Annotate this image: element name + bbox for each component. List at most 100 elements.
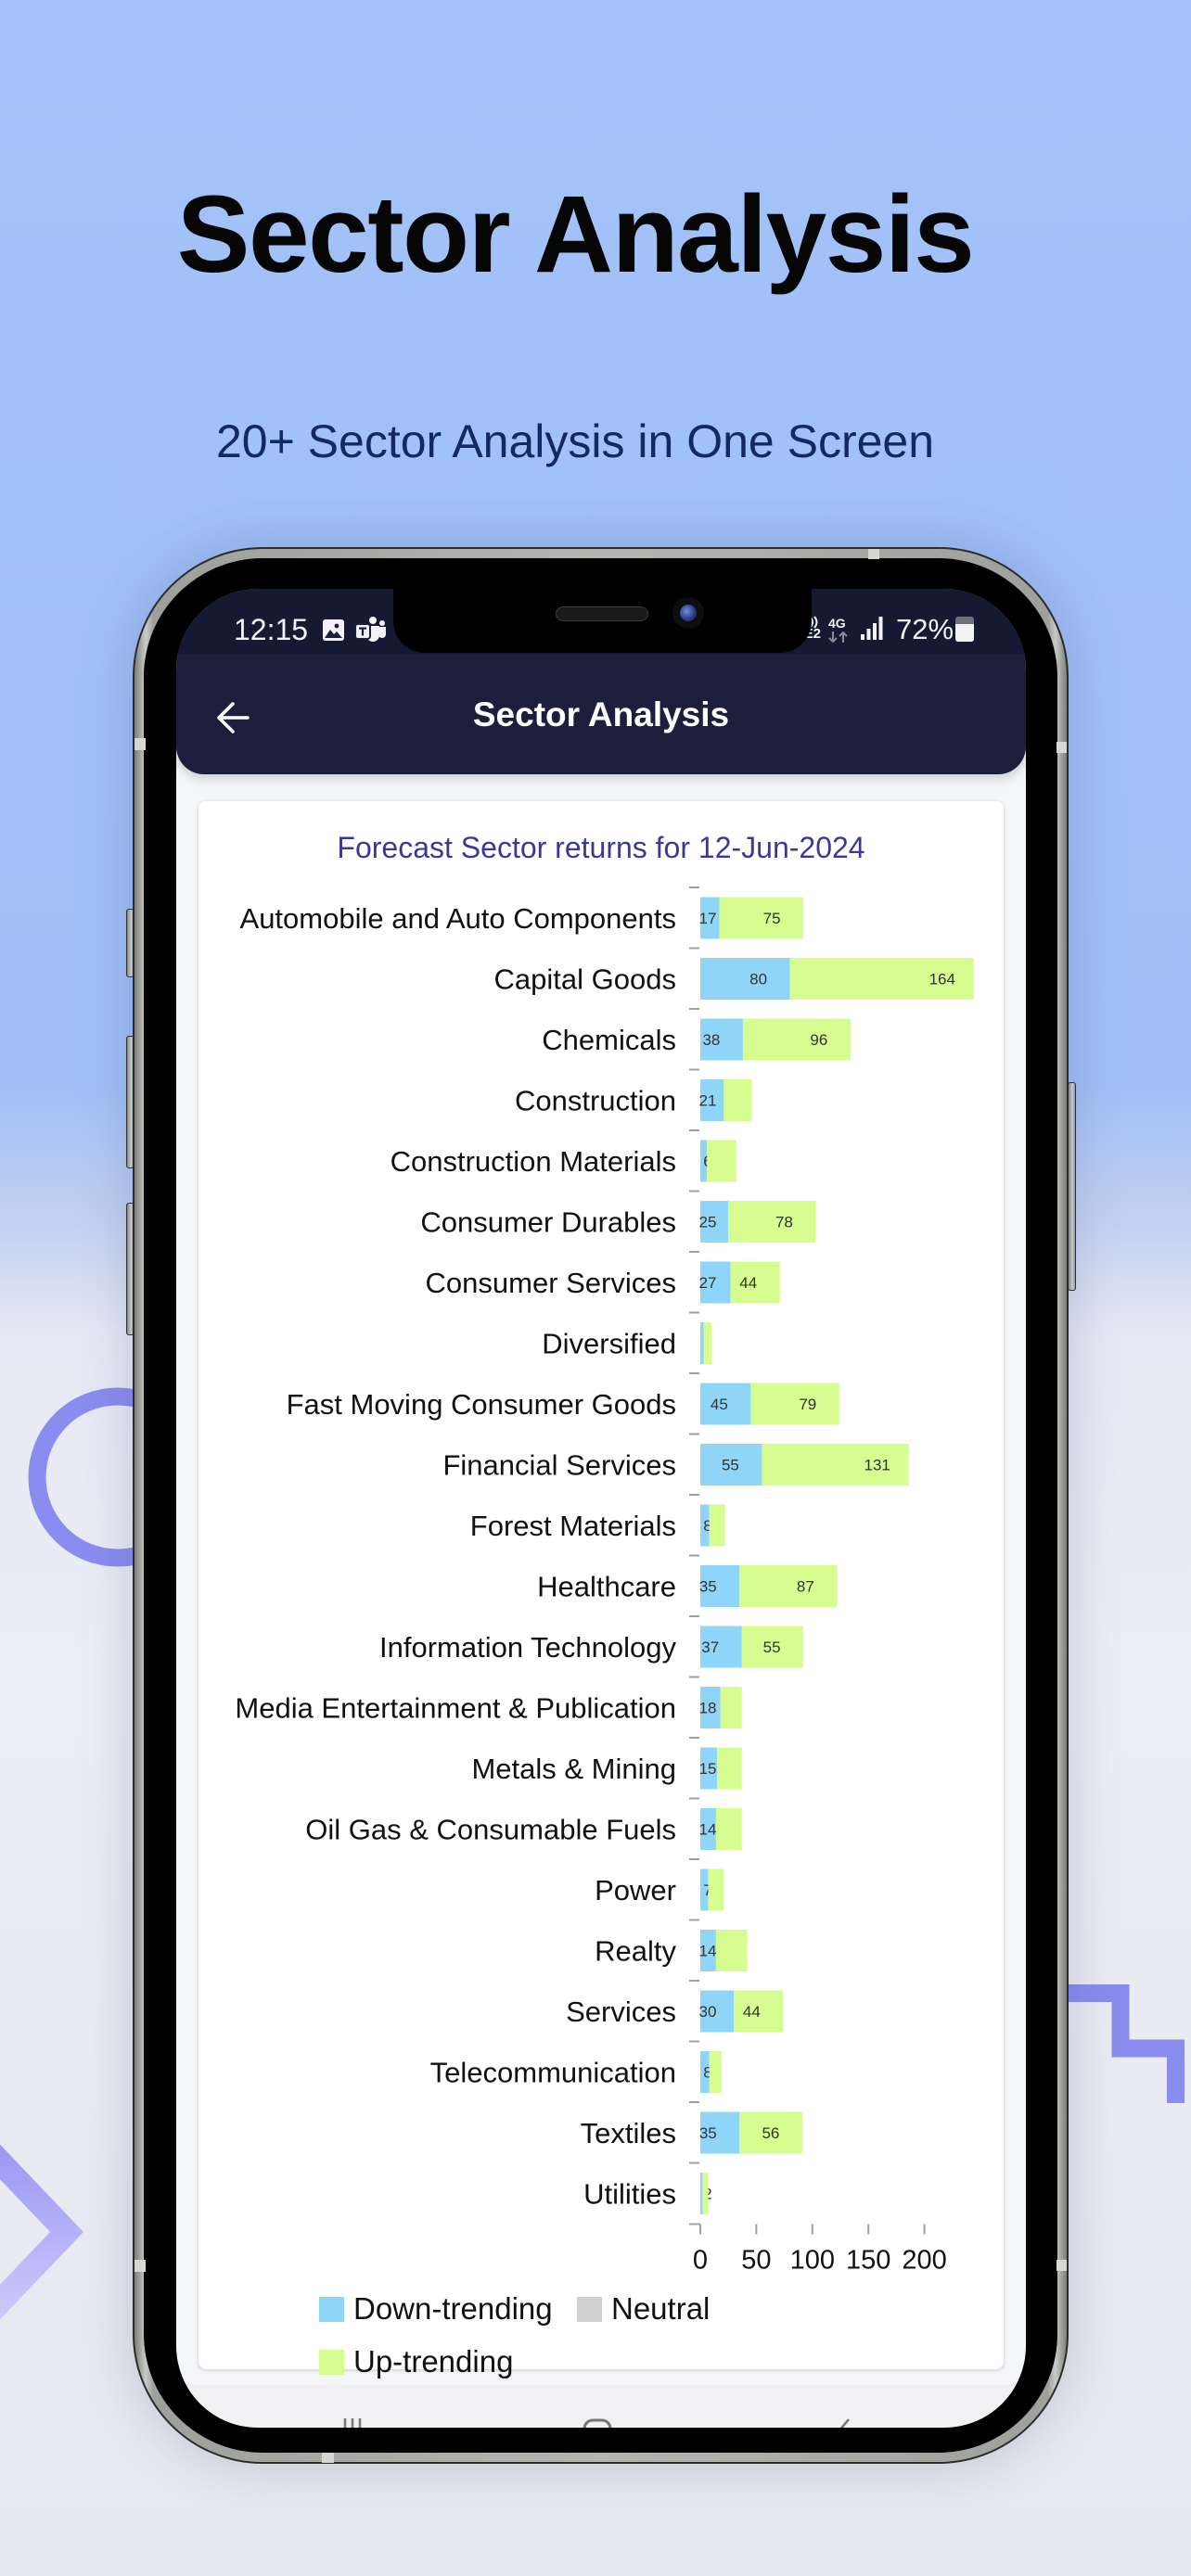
- bar-segment-up-trending[interactable]: [715, 1930, 748, 1971]
- bar-row-oil-gas-consumable-fuels: Oil Gas & Consumable Fuels 14: [305, 1797, 742, 1850]
- x-tick-label: 0: [693, 2246, 708, 2276]
- phone-power-button: [1068, 1082, 1076, 1291]
- data-label: 96: [810, 1031, 827, 1049]
- bar-segment-up-trending[interactable]: [702, 2173, 709, 2214]
- x-tick-label: 50: [741, 2246, 771, 2276]
- bar-segment-up-trending[interactable]: [724, 1079, 752, 1121]
- data-label: 14: [699, 1821, 717, 1839]
- bar-row-consumer-services: Consumer Services 27 44: [426, 1251, 780, 1304]
- category-label: Diversified: [542, 1328, 676, 1360]
- legend-item-neutral[interactable]: Neutral: [577, 2290, 710, 2327]
- earpiece-speaker: [556, 606, 648, 621]
- antenna-band: [1057, 742, 1067, 753]
- camera-notch: [393, 589, 812, 653]
- image-icon: [323, 619, 344, 641]
- category-label: Fast Moving Consumer Goods: [287, 1388, 676, 1421]
- bar-row-power: Power 7: [595, 1858, 724, 1911]
- category-label: Utilities: [583, 2178, 676, 2211]
- legend-label: Up-trending: [353, 2344, 514, 2378]
- bar-segment-up-trending[interactable]: [739, 1565, 838, 1607]
- data-label: 56: [762, 2124, 779, 2142]
- system-nav-bar: [176, 2385, 1026, 2428]
- back-icon[interactable]: [837, 2418, 852, 2428]
- bar-segment-up-trending[interactable]: [742, 1018, 851, 1061]
- data-label: 87: [797, 1578, 814, 1596]
- decorative-chevron: [0, 2144, 83, 2320]
- data-label: 80: [749, 971, 767, 988]
- data-label: 25: [699, 1214, 717, 1231]
- bar-segment-down-trending[interactable]: [700, 2173, 703, 2214]
- bar-row-media-entertainment-publication: Media Entertainment & Publication 18: [235, 1676, 742, 1728]
- bar-row-realty: Realty 14: [595, 1919, 748, 1971]
- bar-segment-up-trending[interactable]: [708, 1868, 724, 1911]
- app-header: 12:15 4G 72% Sector Analysis: [176, 589, 1026, 774]
- legend-item-down-trending[interactable]: Down-trending: [319, 2290, 553, 2327]
- bar-row-consumer-durables: Consumer Durables 25 78: [420, 1190, 816, 1243]
- bar-segment-up-trending[interactable]: [707, 1140, 736, 1182]
- data-label: 30: [699, 2003, 717, 2021]
- bar-segment-up-trending[interactable]: [717, 1747, 742, 1790]
- category-label: Chemicals: [542, 1024, 676, 1056]
- bar-segment-up-trending[interactable]: [709, 2051, 722, 2093]
- network-type: 4G: [828, 616, 846, 631]
- bar-segment-up-trending[interactable]: [720, 1687, 742, 1728]
- data-label: 75: [763, 910, 781, 927]
- category-label: Telecommunication: [430, 2057, 676, 2089]
- x-tick-label: 150: [846, 2246, 890, 2276]
- bar-row-chemicals: Chemicals 38 96: [542, 1008, 851, 1061]
- bar-segment-up-trending[interactable]: [703, 1322, 712, 1364]
- bar-row-fast-moving-consumer-goods: Fast Moving Consumer Goods 45 79: [287, 1372, 839, 1425]
- category-label: Construction: [515, 1085, 676, 1117]
- bar-row-metals-mining: Metals & Mining 15: [471, 1737, 742, 1790]
- data-label: 79: [799, 1396, 816, 1413]
- recent-apps-icon[interactable]: [342, 2418, 363, 2428]
- bar-segment-up-trending[interactable]: [750, 1383, 839, 1425]
- bar-segment-up-trending[interactable]: [709, 1504, 725, 1547]
- category-label: Textiles: [581, 2117, 676, 2149]
- bar-segment-up-trending[interactable]: [719, 897, 804, 939]
- category-label: Information Technology: [379, 1631, 676, 1664]
- bar-row-diversified: Diversified3: [542, 1311, 712, 1364]
- legend-label: Down-trending: [353, 2291, 553, 2326]
- home-icon[interactable]: [583, 2418, 612, 2428]
- category-label: Forest Materials: [470, 1510, 676, 1542]
- data-label: 78: [775, 1214, 793, 1231]
- category-label: Capital Goods: [494, 963, 676, 996]
- data-label: 55: [763, 1639, 781, 1656]
- legend-swatch-down-trending: [319, 2296, 344, 2322]
- sector-chart-card: Forecast Sector returns for 12-Jun-2024 …: [198, 801, 1004, 2378]
- status-time: 12:15: [234, 613, 309, 646]
- bar-row-capital-goods: Capital Goods 80 164: [494, 947, 974, 1000]
- category-label: Realty: [595, 1935, 676, 1968]
- category-label: Power: [595, 1874, 676, 1906]
- bar-row-telecommunication: Telecommunication 8: [430, 2040, 722, 2093]
- bar-segment-up-trending[interactable]: [728, 1201, 816, 1243]
- battery-percent: 72%: [896, 613, 954, 645]
- category-label: Consumer Services: [426, 1267, 676, 1299]
- decorative-zigzag: [1067, 1984, 1185, 2103]
- data-label: 37: [701, 1639, 719, 1656]
- bar-row-financial-services: Financial Services 55 131: [442, 1433, 909, 1486]
- data-activity-icon: [828, 631, 848, 644]
- category-label: Metals & Mining: [471, 1753, 676, 1785]
- data-label: 21: [699, 1092, 717, 1110]
- data-label: 18: [699, 1700, 717, 1717]
- legend-item-up-trending[interactable]: Up-trending: [319, 2343, 513, 2380]
- category-label: Services: [566, 1996, 676, 2028]
- data-label: 15: [699, 1760, 717, 1778]
- category-label: Financial Services: [442, 1449, 676, 1482]
- phone-mockup: 12:15 4G 72% Sector Analysis Forecast Se…: [133, 547, 1069, 2464]
- data-label: 35: [699, 1578, 717, 1596]
- battery-fill: [955, 623, 974, 642]
- legend-swatch-up-trending: [319, 2349, 344, 2375]
- data-label: 17: [699, 910, 717, 927]
- category-label: Construction Materials: [391, 1145, 676, 1178]
- bar-row-automobile-and-auto-components: Automobile and Auto Components 17 75: [240, 886, 804, 939]
- bar-segment-up-trending[interactable]: [715, 1808, 742, 1850]
- x-tick-label: 200: [902, 2246, 946, 2276]
- data-label: 44: [739, 1274, 757, 1292]
- bar-row-services: Services 30 44: [566, 1980, 784, 2033]
- bar-segment-down-trending[interactable]: [700, 958, 790, 1000]
- antenna-band: [134, 738, 146, 750]
- front-camera: [672, 597, 704, 629]
